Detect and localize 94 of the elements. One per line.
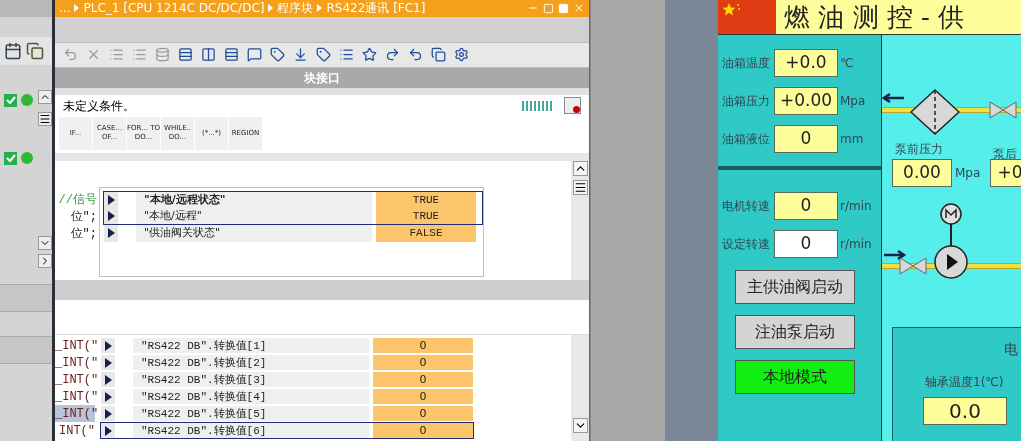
expand-arrow-icon[interactable]	[107, 194, 115, 205]
watch-value-cell: 0	[373, 406, 473, 422]
header-strip	[0, 0, 52, 17]
copy-icon[interactable]	[431, 47, 446, 63]
code-text: 位";	[69, 208, 97, 225]
value-display: 0.0	[923, 397, 1007, 425]
field-label: 电机转速	[722, 198, 771, 215]
field-label: 油箱压力	[722, 92, 771, 110]
field-label: 油箱温度	[722, 54, 771, 72]
breadcrumb-arrow-icon	[317, 4, 323, 13]
field-label: 设定转速	[722, 236, 771, 253]
watch-value-cell: TRUE	[376, 191, 476, 208]
expand-arrow-icon[interactable]	[104, 340, 112, 351]
unit-label: ℃	[840, 54, 854, 72]
breadcrumb-arrow-icon	[74, 4, 80, 13]
unit-label: mm	[840, 130, 864, 148]
columns-icon[interactable]	[201, 47, 216, 63]
hmi-title: 燃 油 测 控 - 供	[784, 0, 965, 34]
field-label: 轴承温度1(℃)	[925, 374, 1004, 391]
scrollbar-thumb-icon[interactable]	[572, 179, 588, 195]
watch-value-cell: 0	[373, 372, 473, 388]
expand-arrow-icon[interactable]	[104, 357, 112, 368]
value-display: 0.00	[892, 159, 952, 187]
field-label: 泵前压力	[895, 141, 943, 158]
pump-motor-icon	[933, 203, 969, 280]
check-status-icon	[4, 151, 17, 165]
scrollbar-thumb-icon[interactable]	[38, 112, 52, 126]
watch-name-cell: "RS422 DB".转换值[1]	[133, 338, 369, 354]
level-bars-icon	[522, 100, 552, 111]
value-display: +0	[990, 159, 1021, 187]
arrow-left-icon	[882, 93, 904, 103]
expand-arrow-icon[interactable]	[107, 210, 115, 221]
watch-name-cell: "RS422 DB".转换值[4]	[133, 389, 369, 405]
watch-value-cell: 0	[373, 423, 473, 439]
code-text: _INT("	[55, 405, 95, 423]
settings-icon[interactable]	[454, 47, 469, 63]
code-text: _INT("	[55, 389, 95, 406]
breakpoint-icon[interactable]	[564, 97, 581, 115]
unit-label: r/min	[840, 236, 872, 253]
expand-arrow-icon[interactable]	[104, 374, 112, 385]
valve-icon	[899, 257, 927, 275]
breadcrumb-arrow-icon	[268, 4, 274, 13]
value-display: 0	[774, 124, 838, 153]
watch-name-cell: "RS422 DB".转换值[3]	[133, 372, 369, 388]
expand-arrow-icon[interactable]	[104, 425, 112, 436]
flag-icon	[718, 0, 776, 34]
filter-icon	[910, 89, 960, 135]
unit-label: Mpa	[840, 92, 866, 110]
undo-icon[interactable]	[408, 47, 423, 63]
code-text: //信号	[57, 191, 97, 208]
input-field[interactable]: 0	[774, 230, 838, 258]
control-button[interactable]: 注油泵启动	[734, 315, 855, 349]
code-text: 位";	[69, 225, 97, 242]
code-text: _INT("	[55, 372, 95, 389]
value-display: +0.00	[774, 86, 838, 115]
watch-value-cell: 0	[373, 338, 473, 354]
download-icon[interactable]	[293, 47, 308, 63]
comment-icon[interactable]	[247, 47, 262, 63]
tag-icon[interactable]	[316, 47, 331, 63]
code-text: _INT("	[55, 338, 95, 355]
list-icon[interactable]	[339, 47, 354, 63]
watch-name-cell: "RS422 DB".转换值[5]	[133, 406, 369, 422]
table-icon[interactable]	[4, 42, 22, 60]
value-display: 0	[774, 192, 838, 220]
watch-name-cell: "本地/远程状态"	[136, 191, 372, 208]
star-icon[interactable]	[362, 47, 377, 63]
tag-icon[interactable]	[270, 47, 285, 63]
panel-title: 电	[1004, 340, 1018, 359]
watch-value-cell: 0	[373, 355, 473, 371]
valve-icon	[989, 101, 1017, 119]
status-message: 未定义条件。	[63, 97, 135, 115]
expand-arrow-icon[interactable]	[107, 228, 115, 239]
watch-value-cell: 0	[373, 389, 473, 405]
expand-arrow-icon[interactable]	[104, 391, 112, 402]
code-text: INT("	[58, 423, 95, 440]
arrow-right-icon	[884, 250, 908, 260]
unit-label: r/min	[840, 198, 872, 215]
check-status-icon	[4, 93, 17, 107]
rows-icon[interactable]	[224, 47, 239, 63]
watch-name-cell: "RS422 DB".转换值[6]	[133, 423, 369, 439]
field-label: 油箱液位	[722, 130, 771, 148]
value-display: +0.0	[774, 48, 838, 77]
watch-name-cell: "RS422 DB".转换值[2]	[133, 355, 369, 371]
section-header-bar	[0, 336, 52, 364]
code-text: _INT("	[55, 355, 95, 372]
control-button[interactable]: 主供油阀启动	[734, 270, 855, 304]
redo-icon[interactable]	[385, 47, 400, 63]
section-header-bar	[0, 284, 52, 312]
control-button[interactable]: 本地模式	[734, 360, 855, 394]
expand-arrow-icon[interactable]	[104, 408, 112, 419]
unit-label: Mpa	[955, 165, 981, 182]
scroll-right-button[interactable]	[38, 254, 52, 268]
scroll-down-button[interactable]	[572, 418, 588, 434]
rows-icon[interactable]	[178, 47, 193, 63]
